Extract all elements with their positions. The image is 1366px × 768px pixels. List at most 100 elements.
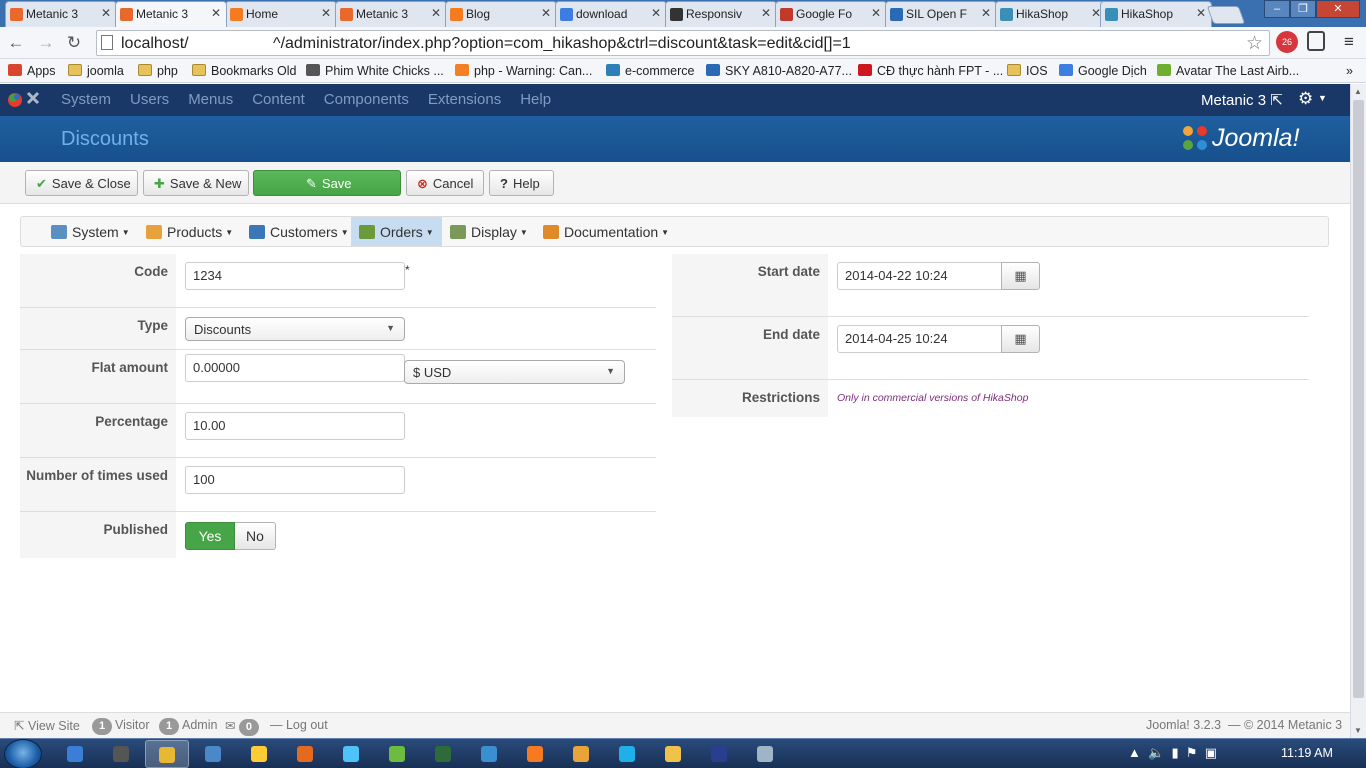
photoshop-icon[interactable] <box>697 740 741 768</box>
close-tab-icon[interactable]: ✕ <box>761 6 771 20</box>
media-icon[interactable] <box>99 740 143 768</box>
admin-menu-help[interactable]: Help <box>520 91 551 108</box>
close-tab-icon[interactable]: ✕ <box>101 6 111 20</box>
bookmark-item[interactable]: Google Dịch <box>1059 62 1147 80</box>
browser-tab[interactable]: Metanic 3 ✕ <box>5 1 117 27</box>
hikashop-menu-system[interactable]: System ▼ <box>43 217 138 246</box>
hikashop-menu-products[interactable]: Products ▼ <box>138 217 241 246</box>
browser-tab[interactable]: Responsiv ✕ <box>665 1 777 27</box>
close-tab-icon[interactable]: ✕ <box>541 6 551 20</box>
admin-menu-extensions[interactable]: Extensions <box>428 91 501 108</box>
calendar-icon[interactable]: ▦ <box>1001 325 1040 353</box>
bookmark-item[interactable]: Apps <box>8 62 56 80</box>
back-arrow-icon[interactable]: ← <box>6 33 26 53</box>
ie-icon[interactable] <box>53 740 97 768</box>
type-select[interactable]: Discounts ▼ <box>185 317 405 341</box>
calendar-icon[interactable]: ▦ <box>1001 262 1040 290</box>
browser-tab[interactable]: Metanic 3 ✕ <box>335 1 447 27</box>
close-tab-icon[interactable]: ✕ <box>651 6 661 20</box>
start-button[interactable] <box>4 739 42 768</box>
page-scrollbar[interactable]: ▲ ▼ <box>1350 84 1366 738</box>
percentage-input[interactable]: 10.00 <box>185 412 405 440</box>
hikashop-menu-orders[interactable]: Orders ▼ <box>351 217 442 246</box>
save-close-button[interactable]: ✔ Save & Close <box>25 170 138 196</box>
maximize-button[interactable]: ❐ <box>1290 0 1316 18</box>
browser-tab[interactable]: download ✕ <box>555 1 667 27</box>
bookmark-star-icon[interactable]: ☆ <box>1246 32 1263 55</box>
firefox-icon[interactable] <box>283 740 327 768</box>
extension-icon[interactable] <box>1307 31 1325 51</box>
bookmark-item[interactable]: joomla <box>68 62 124 80</box>
published-no-button[interactable]: No <box>235 522 276 550</box>
currency-select[interactable]: $ USD ▼ <box>404 360 625 384</box>
times-used-input[interactable]: 100 <box>185 466 405 494</box>
reload-icon[interactable]: ↻ <box>64 33 84 53</box>
extension-badge-icon[interactable]: 26 <box>1276 31 1298 53</box>
refresh-icon[interactable] <box>375 740 419 768</box>
close-tab-icon[interactable]: ✕ <box>321 6 331 20</box>
user-menu-gear-icon[interactable]: ⚙ ▼ <box>1298 89 1327 109</box>
bookmark-item[interactable]: php - Warning: Can... <box>455 62 592 80</box>
close-tab-icon[interactable]: ✕ <box>431 6 441 20</box>
new-tab-button[interactable] <box>1206 6 1246 24</box>
terminal-icon[interactable] <box>421 740 465 768</box>
browser-tab[interactable]: Google Fo ✕ <box>775 1 887 27</box>
admin-menu-menus[interactable]: Menus <box>188 91 233 108</box>
scroll-down-icon[interactable]: ▼ <box>1354 726 1362 735</box>
bookmark-item[interactable]: Bookmarks Old <box>192 62 296 80</box>
app-icon[interactable] <box>237 740 281 768</box>
scroll-up-icon[interactable]: ▲ <box>1354 87 1362 96</box>
close-tab-icon[interactable]: ✕ <box>871 6 881 20</box>
browser-tab[interactable]: Metanic 3 ✕ <box>115 1 227 27</box>
hikashop-menu-documentation[interactable]: Documentation ▼ <box>535 217 677 246</box>
flat-amount-input[interactable]: 0.00000 <box>185 354 405 382</box>
game-icon[interactable] <box>329 740 373 768</box>
forward-arrow-icon[interactable]: → <box>36 33 56 53</box>
hikashop-menu-display[interactable]: Display ▼ <box>442 217 536 246</box>
hikashop-menu-customers[interactable]: Customers ▼ <box>241 217 357 246</box>
bookmark-item[interactable]: Phim White Chicks ... <box>306 62 444 80</box>
chrome-icon[interactable] <box>145 740 189 768</box>
xampp-icon[interactable] <box>513 740 557 768</box>
browser-tab[interactable]: SIL Open F ✕ <box>885 1 997 27</box>
site-name-link[interactable]: Metanic 3 ⇱ <box>1201 91 1283 109</box>
close-tab-icon[interactable]: ✕ <box>211 6 221 20</box>
browser-tab[interactable]: HikaShop ✕ <box>1100 1 1212 27</box>
admin-menu-system[interactable]: System <box>61 91 111 108</box>
help-button[interactable]: ? Help <box>489 170 554 196</box>
browser-tab[interactable]: Blog ✕ <box>445 1 557 27</box>
tool-icon[interactable] <box>743 740 787 768</box>
skype-icon[interactable] <box>605 740 649 768</box>
menu-icon[interactable]: ≡ <box>1338 31 1360 53</box>
browser-tab[interactable]: Home ✕ <box>225 1 337 27</box>
bookmark-item[interactable]: Avatar The Last Airb... <box>1157 62 1299 80</box>
url-text[interactable]: localhost/ ^/administrator/index.php?opt… <box>121 35 851 53</box>
bookmark-item[interactable]: php <box>138 62 178 80</box>
joomla-logo-icon[interactable] <box>6 89 42 111</box>
end-date-input[interactable]: 2014-04-25 10:24 <box>837 325 1002 353</box>
network-icon[interactable] <box>467 740 511 768</box>
cancel-button[interactable]: ⊗ Cancel <box>406 170 484 196</box>
code-input[interactable]: 1234 <box>185 262 405 290</box>
scroll-thumb[interactable] <box>1353 100 1364 698</box>
save-new-button[interactable]: ✚ Save & New <box>143 170 249 196</box>
admin-menu-users[interactable]: Users <box>130 91 169 108</box>
bookmark-item[interactable]: SKY A810-A820-A77... <box>706 62 852 80</box>
bookmark-item[interactable]: e-commerce <box>606 62 694 80</box>
close-window-button[interactable]: ✕ <box>1316 0 1360 18</box>
messages-count[interactable]: ✉ 0 <box>225 718 262 736</box>
minimize-button[interactable]: – <box>1264 0 1290 18</box>
bookmark-item[interactable]: CĐ thực hành FPT - ... <box>858 62 1003 80</box>
admin-menu-content[interactable]: Content <box>252 91 305 108</box>
close-tab-icon[interactable]: ✕ <box>1196 6 1206 20</box>
start-date-input[interactable]: 2014-04-22 10:24 <box>837 262 1002 290</box>
admin-menu-components[interactable]: Components <box>324 91 409 108</box>
browser-tab[interactable]: HikaShop ✕ <box>995 1 1107 27</box>
logout-link[interactable]: — Log out <box>270 718 328 732</box>
folder-icon[interactable] <box>651 740 695 768</box>
more-bookmarks-icon[interactable]: » <box>1346 62 1353 80</box>
published-yes-button[interactable]: Yes <box>185 522 235 550</box>
explorer-icon[interactable] <box>191 740 235 768</box>
save-button[interactable]: ✎ Save <box>253 170 401 196</box>
close-tab-icon[interactable]: ✕ <box>981 6 991 20</box>
